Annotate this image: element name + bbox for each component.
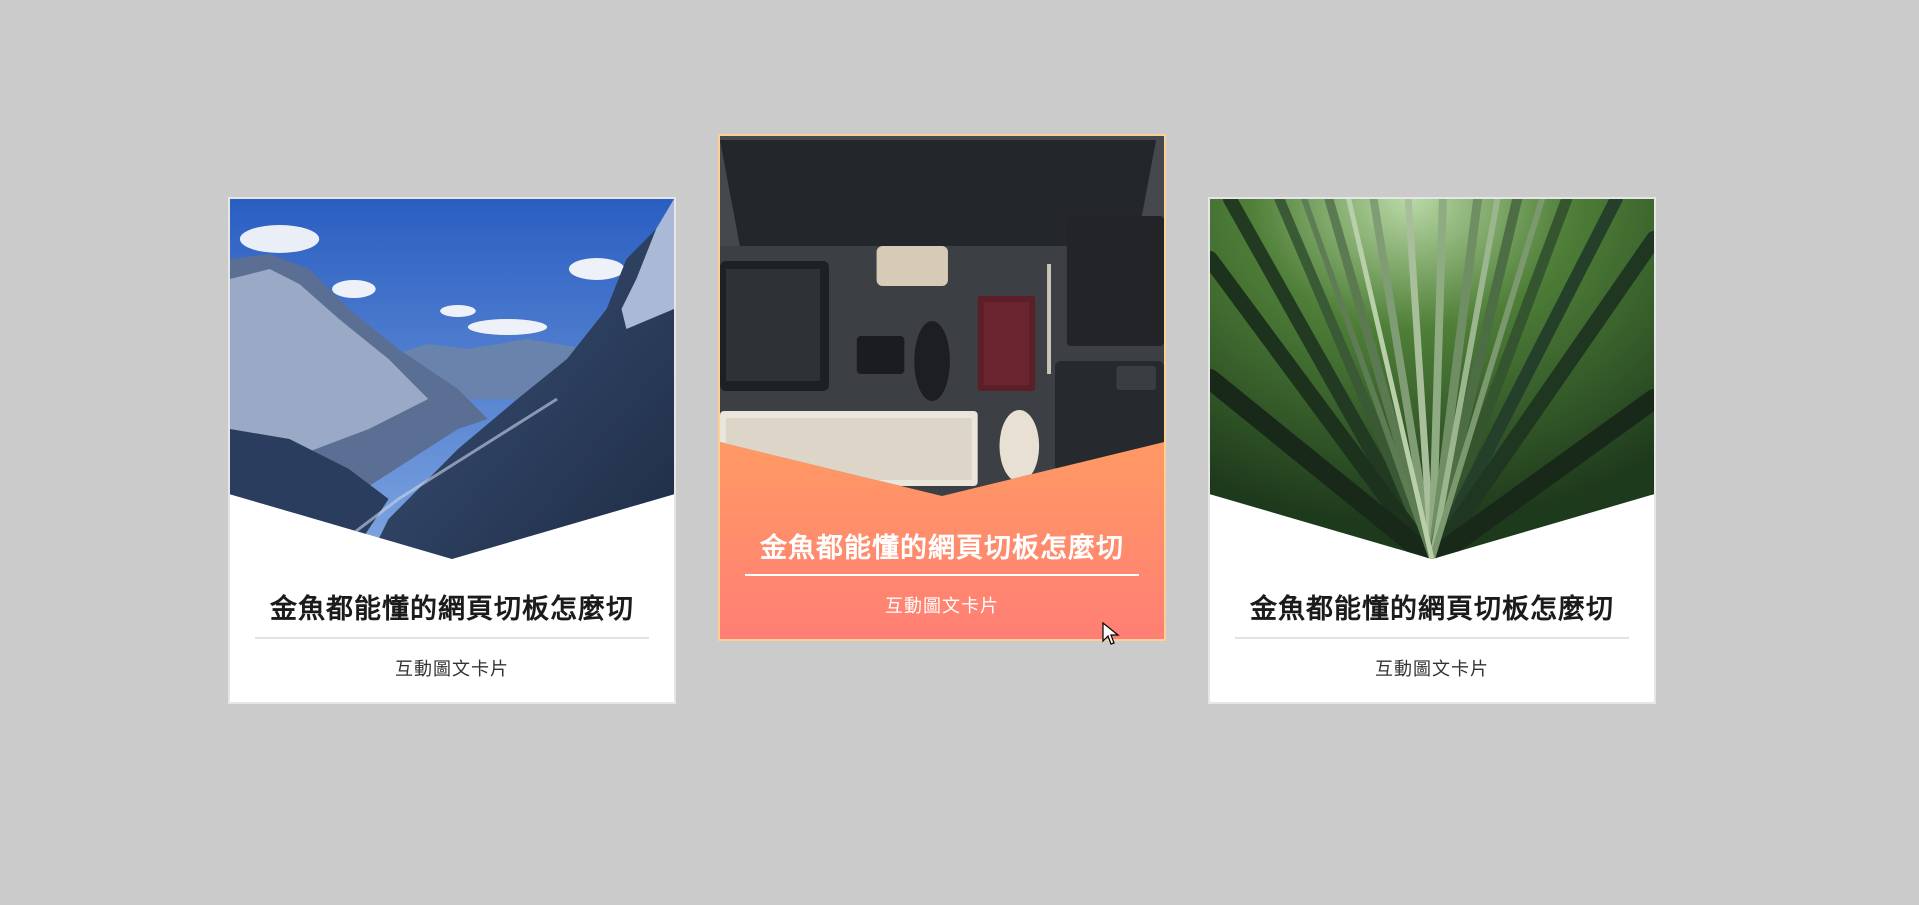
desk-image (720, 136, 1164, 496)
card-divider (1235, 637, 1629, 639)
bamboo-image (1210, 199, 1654, 559)
card-subtitle: 互動圖文卡片 (395, 659, 509, 680)
card-subtitle: 互動圖文卡片 (885, 596, 999, 617)
card-bamboo[interactable]: 金魚都能懂的網頁切板怎麼切 互動圖文卡片 (1208, 197, 1656, 704)
arrow-cursor-icon (1102, 622, 1120, 645)
card-image-mountain (230, 199, 674, 559)
card-title: 金魚都能懂的網頁切板怎麼切 (270, 594, 634, 625)
mountain-image (230, 199, 674, 559)
card-desk[interactable]: 金魚都能懂的網頁切板怎麼切 互動圖文卡片 (718, 134, 1166, 641)
card-subtitle: 互動圖文卡片 (1375, 659, 1489, 680)
card-image-desk (720, 136, 1164, 496)
page: { "colors": { "background": "#cbcbcb", "… (0, 0, 1919, 905)
card-title: 金魚都能懂的網頁切板怎麼切 (760, 533, 1124, 564)
card-image-bamboo (1210, 199, 1654, 559)
card-divider (745, 574, 1139, 576)
card-title: 金魚都能懂的網頁切板怎麼切 (1250, 594, 1614, 625)
card-mountain[interactable]: 金魚都能懂的網頁切板怎麼切 互動圖文卡片 (228, 197, 676, 704)
card-divider (255, 637, 649, 639)
